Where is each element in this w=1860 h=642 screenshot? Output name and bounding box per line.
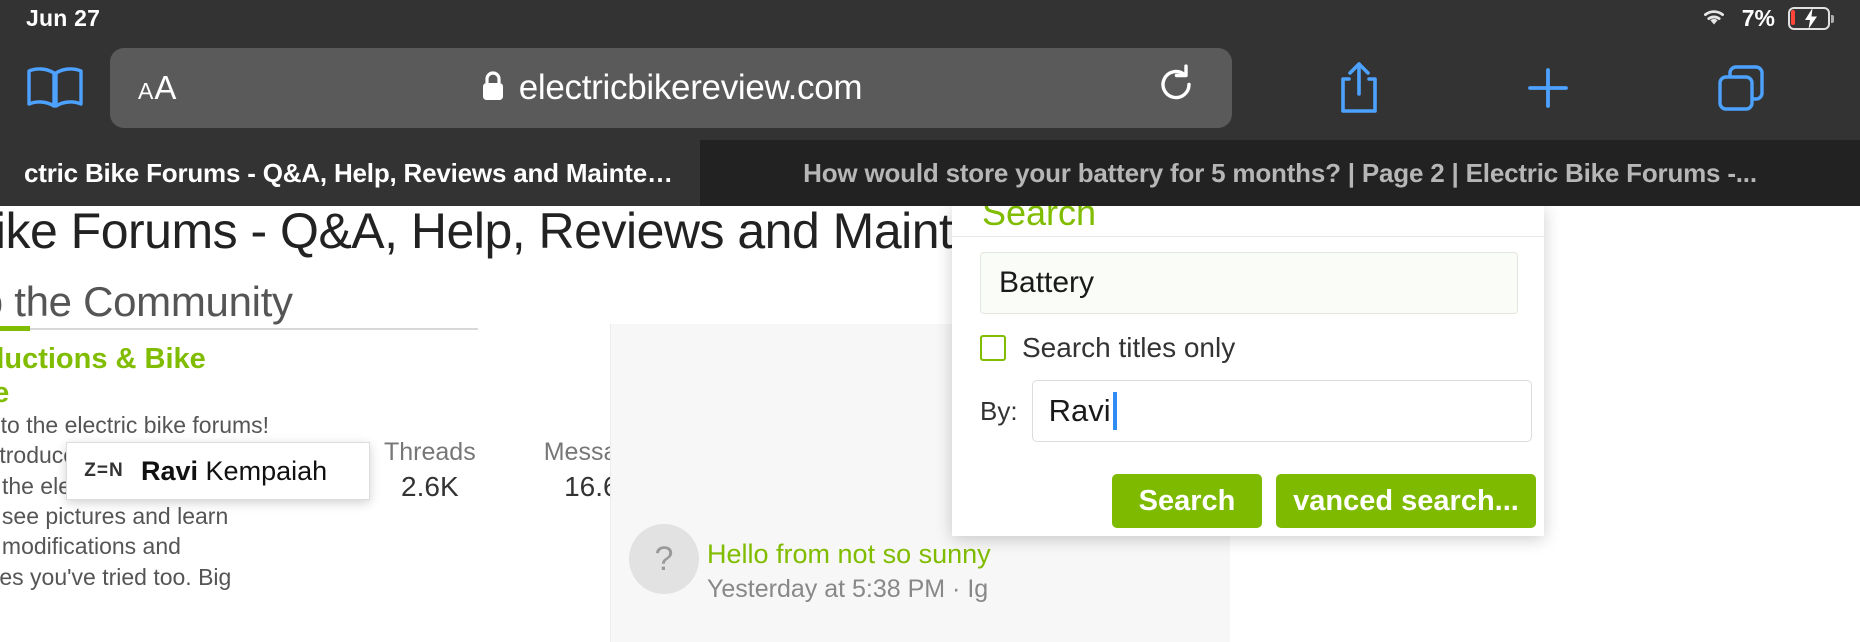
stat-label: Threads — [384, 438, 476, 466]
search-titles-only-checkbox[interactable] — [980, 335, 1006, 361]
username-autocomplete-menu: Z=N Ravi Kempaiah — [66, 442, 370, 500]
thread-title-link[interactable]: Hello from not so sunny — [707, 539, 991, 570]
text-cursor — [1112, 392, 1117, 430]
advanced-search-button[interactable]: vanced search... — [1276, 474, 1536, 528]
share-icon[interactable] — [1337, 61, 1381, 115]
search-keywords-input[interactable]: Battery — [980, 252, 1518, 314]
status-bar: Jun 27 7% — [0, 0, 1860, 36]
status-indicators: 7% — [1699, 5, 1834, 32]
search-keywords-value: Battery — [999, 266, 1095, 299]
status-date: Jun 27 — [26, 4, 101, 31]
stat-value: 2.6K — [401, 471, 459, 502]
search-by-row: By: Ravi — [980, 380, 1532, 442]
address-bar[interactable]: A A electricbikereview.com — [110, 48, 1232, 128]
tab-label: How would store your battery for 5 month… — [803, 157, 1757, 188]
search-button[interactable]: Search — [1112, 474, 1262, 528]
thread-meta: Yesterday at 5:38 PM · Ig — [707, 575, 989, 603]
browser-toolbar: A A electricbikereview.com — [0, 36, 1860, 140]
tab-overview-icon[interactable] — [1715, 63, 1767, 113]
battery-percent: 7% — [1741, 4, 1775, 31]
section-divider-accent — [0, 326, 30, 331]
ipad-safari-screen: Jun 27 7% A A electricbikereview.com ctr… — [0, 0, 1860, 642]
toolbar-actions — [1232, 61, 1860, 115]
battery-charging-icon — [1788, 6, 1834, 30]
search-by-label: By: — [980, 395, 1018, 426]
search-heading-divider — [952, 236, 1544, 237]
autocomplete-rest: Kempaiah — [198, 455, 328, 486]
section-divider — [0, 328, 478, 330]
url-display: electricbikereview.com — [110, 48, 1232, 128]
search-by-input[interactable]: Ravi — [1031, 380, 1532, 442]
url-text: electricbikereview.com — [518, 68, 863, 107]
web-page-content: Bike Forums - Q&A, Help, Reviews and Mai… — [0, 206, 1860, 642]
lock-icon — [480, 69, 506, 108]
search-actions: Search vanced search... — [1112, 474, 1536, 528]
wifi-icon — [1699, 5, 1729, 32]
search-heading: Search — [982, 206, 1097, 233]
forum-node-title[interactable]: troductions & Bike rage — [0, 342, 368, 410]
page-title: Bike Forums - Q&A, Help, Reviews and Mai… — [0, 206, 1087, 259]
tab-label: ctric Bike Forums - Q&A, Help, Reviews a… — [24, 157, 676, 188]
search-by-value: Ravi — [1048, 393, 1111, 428]
tab-bar: ctric Bike Forums - Q&A, Help, Reviews a… — [0, 140, 1860, 206]
autocomplete-item[interactable]: Ravi Kempaiah — [141, 456, 327, 487]
forum-node-description: come to the electric bike forums! ase in… — [0, 412, 291, 590]
section-heading: e to the Community — [0, 278, 293, 325]
tab-inactive[interactable]: How would store your battery for 5 month… — [700, 140, 1860, 206]
plus-icon[interactable] — [1524, 64, 1572, 112]
stat-threads: Threads 2.6K — [384, 438, 476, 503]
search-titles-only-label: Search titles only — [1022, 332, 1236, 363]
avatar: Z=N — [84, 460, 124, 481]
search-popover: Search Battery Search titles only By: Ra… — [952, 206, 1544, 536]
avatar: ? — [629, 524, 699, 594]
book-sidebar-icon[interactable] — [0, 65, 110, 111]
tab-active[interactable]: ctric Bike Forums - Q&A, Help, Reviews a… — [0, 140, 700, 206]
autocomplete-match: Ravi — [141, 455, 199, 486]
search-titles-only-row[interactable]: Search titles only — [980, 332, 1235, 364]
reload-icon[interactable] — [1156, 64, 1196, 112]
